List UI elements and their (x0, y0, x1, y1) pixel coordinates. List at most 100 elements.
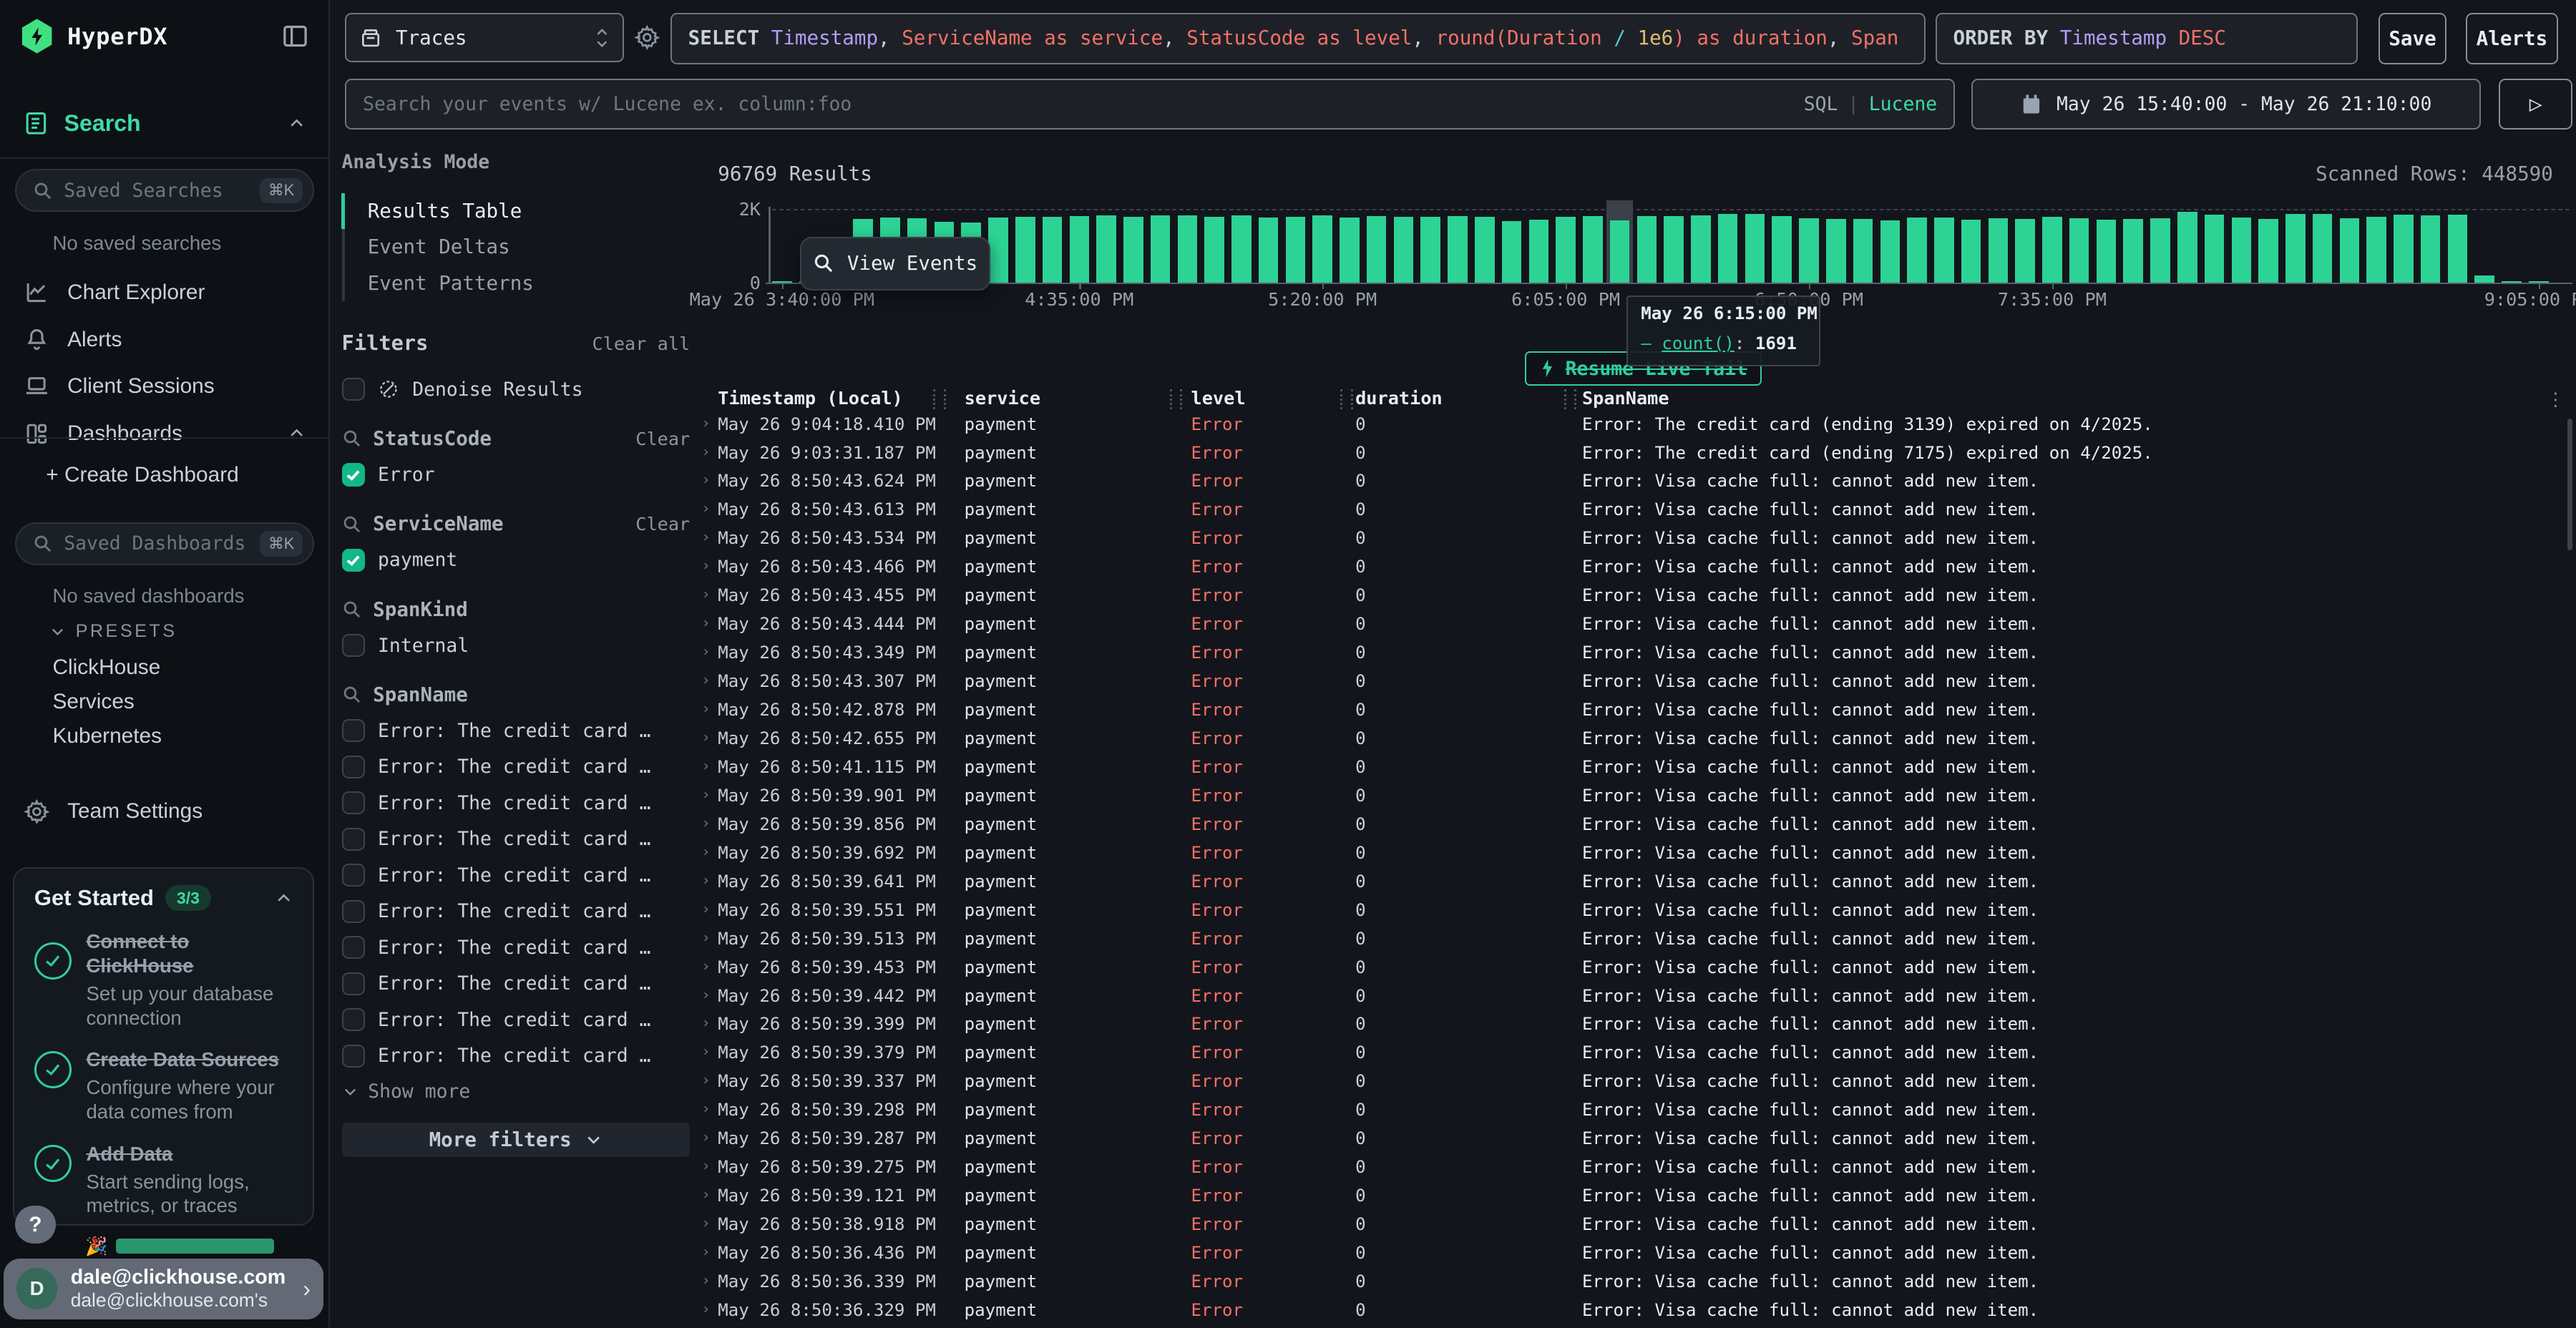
create-dashboard-button[interactable]: + Create Dashboard (0, 454, 328, 497)
histogram-bar[interactable] (1151, 215, 1171, 283)
table-row[interactable]: ›May 26 8:50:38.918 PMpaymentError0Error… (698, 1211, 2576, 1240)
table-scrollbar[interactable] (2567, 419, 2572, 550)
analysis-mode-event-patterns[interactable]: Event Patterns (345, 265, 691, 301)
histogram-bar[interactable] (1853, 219, 1873, 283)
histogram-bar[interactable] (2205, 215, 2225, 283)
histogram-bar[interactable] (2421, 215, 2441, 283)
row-expand-chevron[interactable]: › (701, 872, 710, 889)
histogram-bar[interactable] (2366, 217, 2386, 283)
lucene-search-input[interactable]: Search your events w/ Lucene ex. column:… (345, 79, 1955, 130)
table-row[interactable]: ›May 26 8:50:36.339 PMpaymentError0Error… (698, 1268, 2576, 1297)
histogram-bar[interactable] (1259, 218, 1279, 283)
sql-select-input[interactable]: SELECT Timestamp, ServiceName as service… (670, 13, 1926, 64)
preset-kubernetes[interactable]: Kubernetes (52, 724, 162, 748)
filter-option[interactable]: Error: The credit card … (342, 1045, 691, 1068)
histogram-bar[interactable] (2123, 219, 2143, 283)
run-query-button[interactable]: ▷ (2499, 79, 2572, 130)
row-expand-chevron[interactable]: › (701, 986, 710, 1003)
chevron-up-icon[interactable] (275, 889, 293, 907)
histogram-bar[interactable] (1096, 215, 1116, 283)
row-expand-chevron[interactable]: › (701, 900, 710, 917)
alerts-button[interactable]: Alerts (2466, 13, 2558, 64)
table-row[interactable]: ›May 26 8:50:39.641 PMpaymentError0Error… (698, 868, 2576, 897)
histogram-bar[interactable] (1340, 218, 1360, 283)
histogram-bar[interactable] (1934, 218, 1954, 283)
histogram-bar[interactable] (1691, 215, 1711, 283)
histogram-bar[interactable] (1799, 218, 1819, 283)
save-button[interactable]: Save (2379, 13, 2446, 64)
table-row[interactable]: ›May 26 8:50:41.115 PMpaymentError0Error… (698, 753, 2576, 782)
checkbox-unchecked-icon[interactable] (342, 378, 365, 401)
checkbox-unchecked-icon[interactable] (342, 936, 365, 959)
filter-option[interactable]: Error: The credit card … (342, 1008, 691, 1031)
filter-option[interactable]: Error: The credit card … (342, 972, 691, 995)
source-select[interactable]: Traces (345, 13, 624, 62)
filter-option[interactable]: Internal (342, 634, 691, 657)
row-expand-chevron[interactable]: › (701, 1214, 710, 1231)
table-row[interactable]: ›May 26 8:50:39.453 PMpaymentError0Error… (698, 954, 2576, 982)
table-row[interactable]: ›May 26 8:50:39.379 PMpaymentError0Error… (698, 1040, 2576, 1068)
column-header-level[interactable]: level (1191, 388, 1246, 409)
filter-option[interactable]: Error: The credit card … (342, 900, 691, 923)
histogram-bar[interactable] (988, 218, 1008, 283)
saved-searches-input[interactable]: Saved Searches ⌘K (15, 169, 314, 212)
row-expand-chevron[interactable]: › (701, 585, 710, 602)
table-row[interactable]: ›May 26 8:50:43.349 PMpaymentError0Error… (698, 640, 2576, 668)
row-expand-chevron[interactable]: › (701, 414, 710, 431)
user-menu[interactable]: D dale@clickhouse.com dale@clickhouse.co… (4, 1259, 324, 1319)
filter-option[interactable]: Error: The credit card … (342, 864, 691, 887)
histogram-bar[interactable] (1907, 218, 1927, 283)
histogram-bar[interactable] (2285, 214, 2306, 283)
sidebar-item-search[interactable]: Search (0, 95, 328, 151)
table-row[interactable]: ›May 26 8:50:39.442 PMpaymentError0Error… (698, 982, 2576, 1011)
table-row[interactable]: ›May 26 8:50:36.329 PMpaymentError0Error… (698, 1297, 2576, 1325)
row-expand-chevron[interactable]: › (701, 814, 710, 831)
histogram-bar[interactable] (1015, 217, 1035, 283)
histogram-bar[interactable] (1367, 216, 1387, 283)
histogram-bar[interactable] (2232, 218, 2252, 283)
sidebar-item-client-sessions[interactable]: Client Sessions (0, 365, 328, 408)
sidebar-item-alerts[interactable]: Alerts (0, 318, 328, 361)
table-row[interactable]: ›May 26 9:04:18.410 PMpaymentError0Error… (698, 411, 2576, 439)
table-row[interactable]: ›May 26 8:50:39.337 PMpaymentError0Error… (698, 1068, 2576, 1097)
checkbox-unchecked-icon[interactable] (342, 1045, 365, 1068)
filter-option[interactable]: payment (342, 549, 691, 572)
presets-section[interactable]: PRESETS (49, 621, 177, 642)
row-expand-chevron[interactable]: › (701, 1186, 710, 1203)
histogram-bar[interactable] (2150, 218, 2170, 283)
histogram-bar[interactable] (2340, 218, 2360, 283)
histogram-bar[interactable] (2015, 219, 2035, 283)
row-expand-chevron[interactable]: › (701, 1100, 710, 1117)
column-resize-handle[interactable] (933, 389, 945, 409)
row-expand-chevron[interactable]: › (701, 1014, 710, 1031)
row-expand-chevron[interactable]: › (701, 471, 710, 488)
analysis-mode-event-deltas[interactable]: Event Deltas (345, 229, 691, 265)
analysis-mode-results-table[interactable]: Results Table (345, 193, 691, 229)
histogram-bar[interactable] (2097, 220, 2117, 283)
histogram-bar[interactable] (1989, 218, 2009, 283)
row-expand-chevron[interactable]: › (701, 1071, 710, 1088)
histogram-bar[interactable] (2502, 281, 2522, 283)
histogram-bar[interactable] (1772, 216, 1792, 283)
sidebar-item-team-settings[interactable]: Team Settings (0, 790, 328, 833)
column-header-service[interactable]: service (965, 388, 1040, 409)
histogram-bar[interactable] (1556, 217, 1576, 283)
query-language-toggle[interactable]: SQL|Lucene (1804, 93, 1937, 115)
row-expand-chevron[interactable]: › (701, 957, 710, 975)
get-started-step[interactable]: Add Data Start sending logs, metrics, or… (34, 1142, 293, 1218)
histogram-bar[interactable] (2474, 275, 2494, 283)
histogram-bar[interactable] (1745, 214, 1765, 283)
checkbox-unchecked-icon[interactable] (342, 828, 365, 851)
histogram-bar[interactable] (2448, 215, 2468, 283)
get-started-step[interactable]: Connect to ClickHouse Set up your databa… (34, 929, 293, 1030)
row-expand-chevron[interactable]: › (701, 1157, 710, 1174)
row-expand-chevron[interactable]: › (701, 757, 710, 774)
clear-filter-button[interactable]: Clear (635, 429, 690, 449)
table-row[interactable]: ›May 26 8:50:43.613 PMpaymentError0Error… (698, 497, 2576, 525)
table-row[interactable]: ›May 26 8:50:39.856 PMpaymentError0Error… (698, 811, 2576, 839)
checkbox-checked-icon[interactable] (342, 463, 365, 486)
table-row[interactable]: ›May 26 8:50:43.534 PMpaymentError0Error… (698, 525, 2576, 554)
row-expand-chevron[interactable]: › (701, 443, 710, 460)
table-row[interactable]: ›May 26 8:50:42.878 PMpaymentError0Error… (698, 696, 2576, 725)
help-button[interactable]: ? (15, 1206, 56, 1244)
